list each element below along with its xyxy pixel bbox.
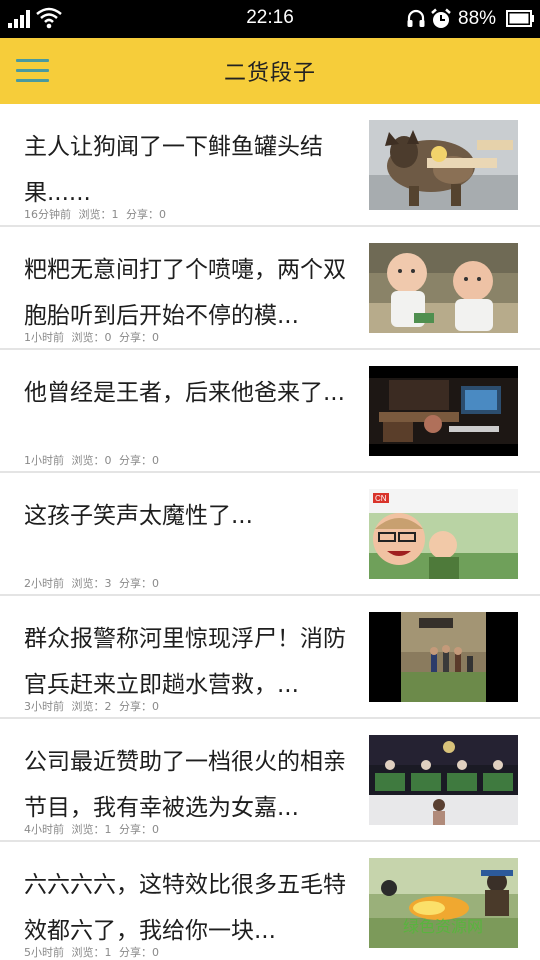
list-item[interactable]: 六六六六，这特效比很多五毛特效都六了，我给你一块... 5小时前 浏览：1 分享… bbox=[0, 842, 540, 960]
list-item[interactable]: 他曾经是王者，后来他爸来了... 1小时前 浏览：0 分享：0 bbox=[0, 350, 540, 473]
item-title[interactable]: 他曾经是王者，后来他爸来了... bbox=[24, 370, 364, 416]
twin-babies-thumbnail[interactable] bbox=[369, 243, 518, 333]
list-item[interactable]: 公司最近赞助了一档很火的相亲节目，我有幸被选为女嘉... 4小时前 浏览：1 分… bbox=[0, 719, 540, 842]
alarm-icon bbox=[431, 8, 451, 28]
item-meta: 3小时前 浏览：2 分享：0 bbox=[24, 698, 163, 714]
item-views: 浏览：3 bbox=[71, 577, 112, 590]
battery-icon bbox=[506, 10, 534, 27]
page-title: 二货段子 bbox=[223, 61, 316, 86]
list-item[interactable]: 粑粑无意间打了个喷嚏，两个双胞胎听到后开始不停的模... 1小时前 浏览：0 分… bbox=[0, 227, 540, 350]
item-shares: 分享：0 bbox=[119, 946, 159, 959]
item-meta: 2小时前 浏览：3 分享：0 bbox=[24, 575, 163, 591]
item-views: 浏览：1 bbox=[71, 823, 112, 836]
gamer-room-thumbnail[interactable] bbox=[369, 366, 518, 456]
dating-show-thumbnail[interactable] bbox=[369, 735, 518, 825]
cn-logo-badge: CN bbox=[375, 494, 387, 503]
item-views: 浏览：2 bbox=[71, 700, 112, 713]
river-rescue-thumbnail[interactable] bbox=[369, 612, 518, 702]
special-effects-thumbnail[interactable]: 绿色资源网 bbox=[369, 858, 518, 948]
item-shares: 分享：0 bbox=[119, 823, 159, 836]
item-title[interactable]: 主人让狗闻了一下鲱鱼罐头结果...... bbox=[24, 124, 364, 216]
list-item[interactable]: 主人让狗闻了一下鲱鱼罐头结果...... 16分钟前 浏览：1 分享：0 bbox=[0, 104, 540, 227]
item-time: 4小时前 bbox=[24, 823, 64, 836]
battery-percent: 88% bbox=[458, 8, 497, 29]
status-bar: 22:16 88% bbox=[0, 0, 540, 38]
item-time: 1小时前 bbox=[24, 331, 64, 344]
item-shares: 分享：0 bbox=[119, 454, 159, 467]
list-item[interactable]: 群众报警称河里惊现浮尸！消防官兵赶来立即趟水营救，... 3小时前 浏览：2 分… bbox=[0, 596, 540, 719]
item-views: 浏览：1 bbox=[78, 208, 119, 221]
item-meta: 4小时前 浏览：1 分享：0 bbox=[24, 821, 163, 837]
item-title[interactable]: 公司最近赞助了一档很火的相亲节目，我有幸被选为女嘉... bbox=[24, 739, 364, 831]
item-views: 浏览：1 bbox=[71, 946, 112, 959]
item-views: 浏览：0 bbox=[71, 454, 112, 467]
item-title[interactable]: 粑粑无意间打了个喷嚏，两个双胞胎听到后开始不停的模... bbox=[24, 247, 364, 339]
item-time: 5小时前 bbox=[24, 946, 64, 959]
item-time: 3小时前 bbox=[24, 700, 64, 713]
item-views: 浏览：0 bbox=[71, 331, 112, 344]
item-time: 1小时前 bbox=[24, 454, 64, 467]
dog-video-thumbnail[interactable] bbox=[369, 120, 518, 210]
item-meta: 5小时前 浏览：1 分享：0 bbox=[24, 944, 163, 960]
item-shares: 分享：0 bbox=[119, 331, 159, 344]
item-time: 2小时前 bbox=[24, 577, 64, 590]
item-time: 16分钟前 bbox=[24, 208, 71, 221]
item-shares: 分享：0 bbox=[119, 700, 159, 713]
list-item[interactable]: 这孩子笑声太魔性了... 2小时前 浏览：3 分享：0 CN bbox=[0, 473, 540, 596]
item-shares: 分享：0 bbox=[126, 208, 166, 221]
item-meta: 16分钟前 浏览：1 分享：0 bbox=[24, 206, 170, 222]
app-bar: 二货段子 bbox=[0, 38, 540, 104]
laughing-child-thumbnail[interactable]: CN bbox=[369, 489, 518, 579]
watermark-text: 绿色资源网 bbox=[403, 917, 483, 936]
item-meta: 1小时前 浏览：0 分享：0 bbox=[24, 452, 163, 468]
item-title[interactable]: 群众报警称河里惊现浮尸！消防官兵赶来立即趟水营救，... bbox=[24, 616, 364, 708]
item-shares: 分享：0 bbox=[119, 577, 159, 590]
headset-icon bbox=[407, 9, 425, 27]
item-title[interactable]: 六六六六，这特效比很多五毛特效都六了，我给你一块... bbox=[24, 862, 364, 954]
item-meta: 1小时前 浏览：0 分享：0 bbox=[24, 329, 163, 345]
item-title[interactable]: 这孩子笑声太魔性了... bbox=[24, 493, 364, 539]
feed-list: 主人让狗闻了一下鲱鱼罐头结果...... 16分钟前 浏览：1 分享：0 粑粑无… bbox=[0, 104, 540, 960]
